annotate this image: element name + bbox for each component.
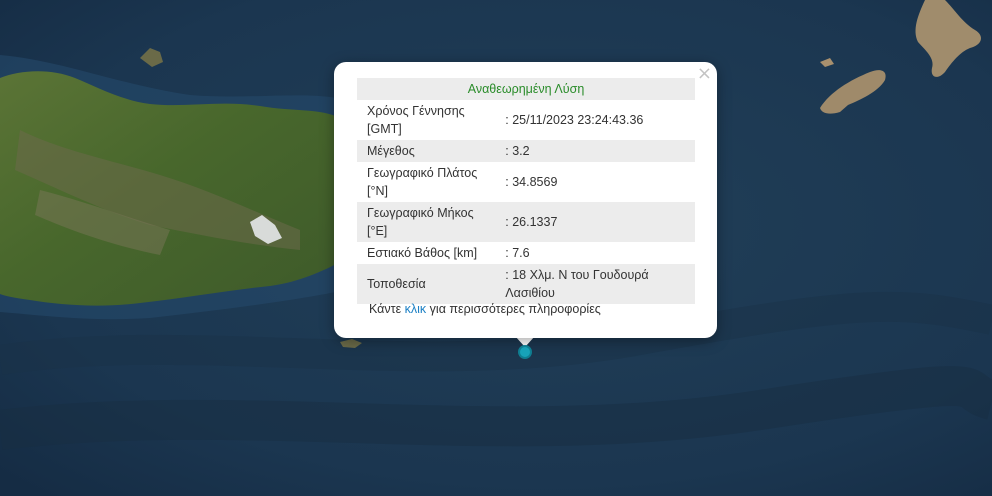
close-icon[interactable]: × (697, 64, 712, 84)
depth-label: Εστιακό Βάθος [km] (367, 246, 478, 260)
magnitude-value: : 3.2 (505, 140, 695, 162)
more-info-prefix: Κάντε (369, 302, 405, 316)
table-row: Εστιακό Βάθος [km] : 7.6 (357, 242, 695, 264)
table-row: Τοποθεσία : 18 Χλμ. Ν του Γουδουρά Λασιθ… (357, 264, 695, 304)
longitude-value: : 26.1337 (505, 202, 695, 242)
epicenter-marker-icon[interactable] (518, 345, 532, 359)
table-row: Μέγεθος : 3.2 (357, 140, 695, 162)
earthquake-info-table: Αναθεωρημένη Λύση Χρόνος Γέννησης [GMT] … (357, 78, 695, 304)
more-info-suffix: για περισσότερες πληροφορίες (426, 302, 601, 316)
origin-time-label: Χρόνος Γέννησης [GMT] (367, 104, 465, 136)
location-value: : 18 Χλμ. Ν του Γουδουρά Λασιθίου (505, 264, 695, 304)
location-label: Τοποθεσία (357, 264, 506, 304)
table-row: Γεωγραφικό Πλάτος [°N] : 34.8569 (357, 162, 695, 202)
more-info-line: Κάντε κλικ για περισσότερες πληροφορίες (369, 302, 601, 316)
latitude-value: : 34.8569 (505, 175, 558, 189)
more-info-link[interactable]: κλικ (405, 302, 427, 316)
earthquake-info-popup: × Αναθεωρημένη Λύση Χρόνος Γέννησης [GMT… (334, 62, 717, 338)
latitude-label: Γεωγραφικό Πλάτος [°N] (367, 166, 478, 198)
origin-time-value: : 25/11/2023 23:24:43.36 (505, 113, 644, 127)
popup-header: Αναθεωρημένη Λύση (357, 78, 695, 100)
depth-value: : 7.6 (505, 246, 530, 260)
table-row: Χρόνος Γέννησης [GMT] : 25/11/2023 23:24… (357, 100, 695, 140)
magnitude-label: Μέγεθος (357, 140, 506, 162)
table-row: Γεωγραφικό Μήκος [°E] : 26.1337 (357, 202, 695, 242)
longitude-label: Γεωγραφικό Μήκος [°E] (357, 202, 506, 242)
